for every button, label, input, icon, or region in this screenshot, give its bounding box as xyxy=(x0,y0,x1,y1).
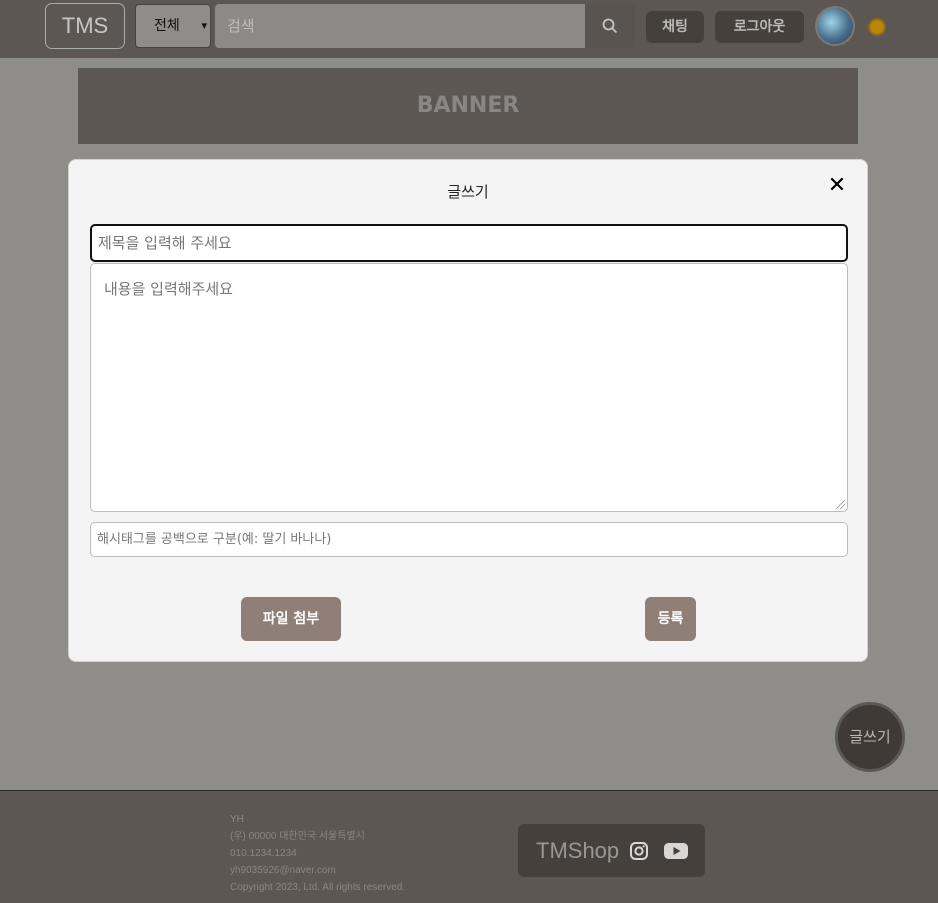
banner: BANNER xyxy=(78,68,858,144)
youtube-icon[interactable] xyxy=(664,842,688,860)
search-input[interactable]: 검색 xyxy=(215,4,585,48)
hashtag-input[interactable]: 해시태그를 공백으로 구분(예: 딸기 바나나) xyxy=(90,522,848,557)
avatar[interactable] xyxy=(815,6,855,46)
footer-brand-box: TMShop xyxy=(518,824,705,877)
write-fab-button[interactable]: 글쓰기 xyxy=(835,702,905,772)
write-post-modal: 글쓰기 ✕ 제목을 입력해 주세요 내용을 입력해주세요 해시태그를 공백으로 … xyxy=(68,159,868,662)
search-button[interactable] xyxy=(585,4,635,48)
footer: YH (우) 00000 대한민국 서울특별시 010.1234.1234 yh… xyxy=(0,790,938,903)
footer-info: YH (우) 00000 대한민국 서울특별시 010.1234.1234 yh… xyxy=(230,811,405,896)
footer-phone: 010.1234.1234 xyxy=(230,848,297,859)
resize-handle-icon[interactable] xyxy=(836,500,845,509)
chat-button[interactable]: 채팅 xyxy=(646,11,704,43)
footer-address: (우) 00000 대한민국 서울특별시 xyxy=(230,831,365,842)
category-select[interactable]: 전체 ▾ xyxy=(135,4,211,48)
footer-company: YH xyxy=(230,814,244,825)
modal-title: 글쓰기 xyxy=(447,183,489,201)
top-navbar: TMS 전체 ▾ 검색 채팅 로그아웃 xyxy=(0,0,938,58)
post-content-textarea[interactable]: 내용을 입력해주세요 xyxy=(90,263,848,512)
instagram-icon[interactable] xyxy=(629,841,649,861)
post-title-input[interactable]: 제목을 입력해 주세요 xyxy=(90,224,848,262)
footer-brand-name: TMShop xyxy=(536,838,620,863)
category-select-value: 전체 xyxy=(154,18,180,34)
content-placeholder: 내용을 입력해주세요 xyxy=(104,280,233,298)
close-icon[interactable]: ✕ xyxy=(826,174,848,198)
footer-copyright: Copyright 2023, Ltd. All rights reserved… xyxy=(230,882,406,893)
footer-email: yh9035926@naver.com xyxy=(230,865,336,876)
attach-file-button[interactable]: 파일 첨부 xyxy=(241,597,341,641)
site-logo[interactable]: TMS xyxy=(45,3,125,49)
submit-button[interactable]: 등록 xyxy=(645,597,696,641)
notification-dot-icon xyxy=(868,18,886,36)
logout-button[interactable]: 로그아웃 xyxy=(715,11,804,43)
search-icon xyxy=(602,18,618,34)
chevron-down-icon: ▾ xyxy=(201,19,207,32)
